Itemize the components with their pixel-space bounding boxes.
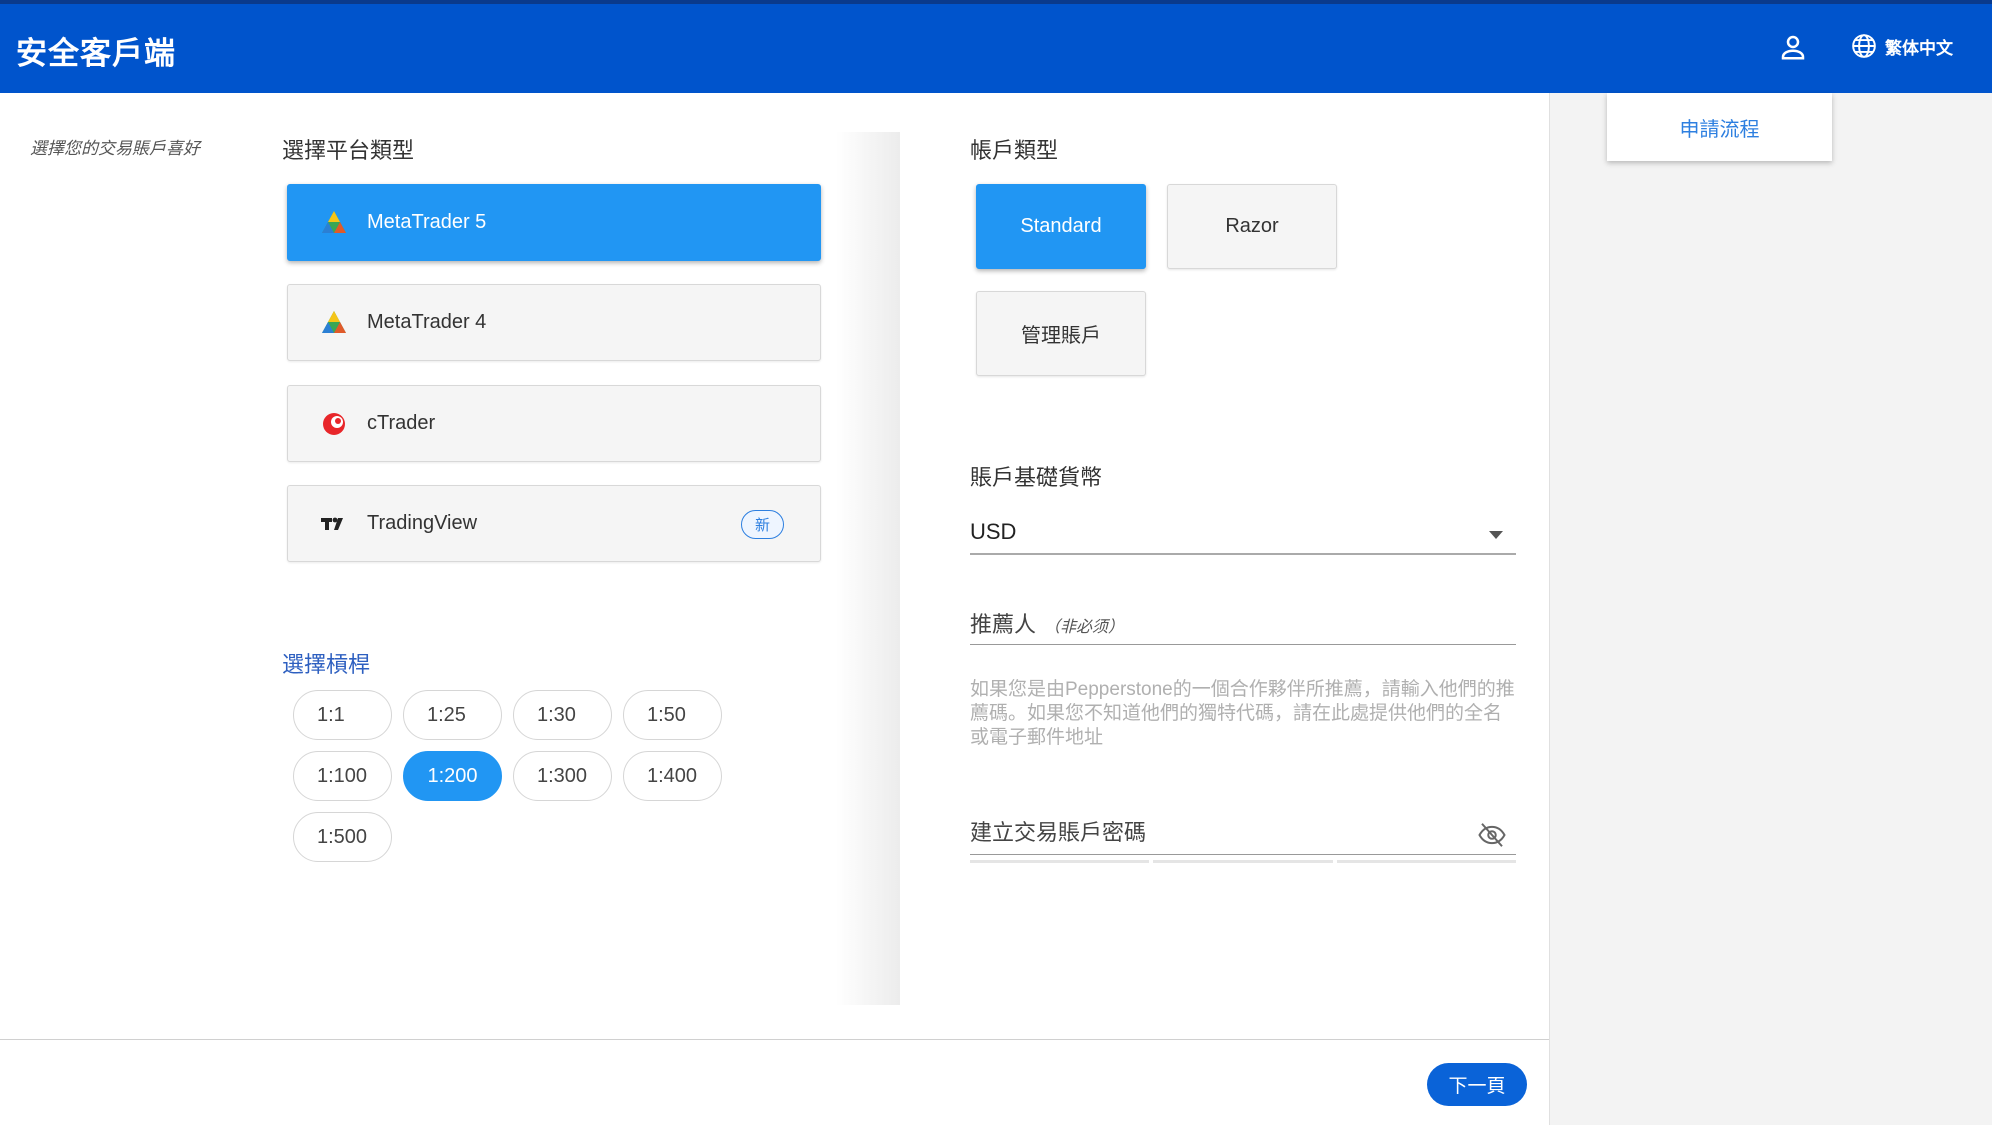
leverage-option[interactable]: 1:100	[293, 751, 392, 801]
optional-note: （非必须）	[1044, 617, 1125, 636]
tradingview-icon	[321, 517, 343, 530]
leverage-option[interactable]: 1:300	[513, 751, 612, 801]
platform-option-tradingview[interactable]: TradingView 新	[287, 485, 821, 562]
leverage-option[interactable]: 1:1	[293, 690, 392, 740]
platform-section-title: 選擇平台類型	[282, 138, 415, 163]
platform-option-ctrader[interactable]: cTrader	[287, 385, 821, 462]
account-type-title: 帳戶類型	[970, 138, 1059, 163]
leverage-option[interactable]: 1:30	[513, 690, 612, 740]
ctrader-icon	[323, 412, 345, 435]
top-bar: 安全客戶端 繁体中文	[0, 0, 1992, 93]
password-underline	[970, 854, 1516, 855]
right-panel	[1549, 93, 1992, 1125]
referrer-helper-text: 如果您是由Pepperstone的一個合作夥伴所推薦，請輸入他們的推薦碼。如果您…	[970, 679, 1515, 748]
currency-select-value[interactable]: USD	[970, 519, 1016, 545]
language-label: 繁体中文	[1885, 38, 1953, 58]
step-label: 選擇您的交易賬戶喜好	[30, 139, 200, 158]
platform-label: cTrader	[367, 412, 436, 434]
eye-off-icon[interactable]	[1477, 820, 1507, 850]
new-badge: 新	[741, 510, 784, 539]
password-strength-bar	[970, 860, 1516, 863]
application-process-tab[interactable]: 申請流程	[1607, 93, 1832, 161]
referrer-label: 推薦人	[970, 613, 1037, 638]
leverage-option[interactable]: 1:400	[623, 751, 722, 801]
strength-segment	[1153, 860, 1333, 863]
account-type-managed[interactable]: 管理賬戶	[976, 291, 1146, 376]
currency-select-underline	[970, 553, 1516, 555]
metatrader4-icon	[322, 310, 346, 333]
language-switcher[interactable]: 繁体中文	[1851, 33, 1953, 59]
chevron-down-icon[interactable]	[1489, 531, 1503, 539]
currency-section-title: 賬戶基礎貨幣	[970, 465, 1103, 490]
leverage-section-title: 選擇槓桿	[282, 652, 371, 677]
column-divider	[836, 132, 900, 1005]
platform-option-mt4[interactable]: MetaTrader 4	[287, 284, 821, 361]
strength-segment	[970, 860, 1150, 863]
account-type-standard[interactable]: Standard	[976, 184, 1146, 269]
leverage-option[interactable]: 1:25	[403, 690, 502, 740]
globe-icon	[1852, 34, 1876, 58]
platform-label: MetaTrader 5	[367, 211, 487, 233]
footer-divider	[0, 1039, 1549, 1040]
next-page-button[interactable]: 下一頁	[1427, 1063, 1527, 1106]
referrer-input[interactable]: 推薦人 （非必须）	[970, 607, 1124, 639]
leverage-option[interactable]: 1:500	[293, 812, 392, 862]
platform-label: MetaTrader 4	[367, 311, 487, 333]
platform-option-mt5[interactable]: MetaTrader 5	[287, 184, 821, 261]
user-icon[interactable]	[1778, 32, 1808, 62]
password-input[interactable]: 建立交易賬戶密碼	[970, 815, 1146, 847]
account-type-razor[interactable]: Razor	[1167, 184, 1337, 269]
referrer-underline	[970, 644, 1516, 645]
metatrader5-icon	[322, 210, 346, 233]
platform-label: TradingView	[367, 512, 478, 534]
brand-title: 安全客戶端	[16, 36, 176, 71]
leverage-option-selected[interactable]: 1:200	[403, 751, 502, 801]
leverage-option[interactable]: 1:50	[623, 690, 722, 740]
strength-segment	[1336, 860, 1516, 863]
